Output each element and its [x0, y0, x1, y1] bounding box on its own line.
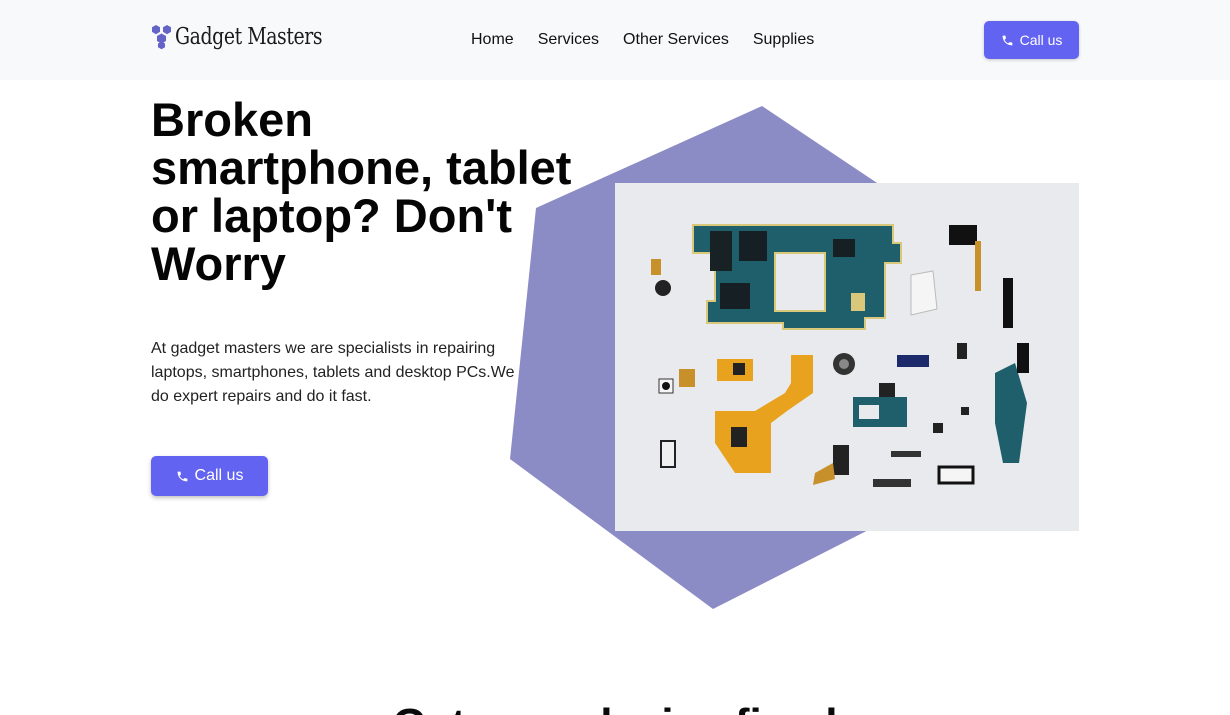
nav-call-label: Call us — [1019, 32, 1063, 48]
navbar: Gadget Masters Home Services Other Servi… — [0, 0, 1230, 80]
nav-link-services[interactable]: Services — [538, 31, 599, 49]
hero-call-button[interactable]: Call us — [151, 456, 268, 496]
nav-link-home[interactable]: Home — [471, 31, 514, 49]
hero-title: Broken smartphone, tablet or laptop? Don… — [151, 93, 572, 290]
hero-description: At gadget masters we are specialists in … — [151, 340, 515, 405]
nav-link-other-services[interactable]: Other Services — [623, 31, 729, 49]
nav-link-supplies[interactable]: Supplies — [753, 31, 814, 49]
phone-icon — [177, 471, 187, 481]
main-nav: Home Services Other Services Supplies — [471, 31, 838, 49]
phone-icon — [1002, 35, 1012, 45]
hexagon-cluster-icon — [152, 25, 171, 50]
hero-call-label: Call us — [194, 467, 244, 484]
nav-call-button[interactable]: Call us — [984, 21, 1079, 59]
logo[interactable]: Gadget Masters — [151, 24, 354, 50]
section-title: Get your device fixed — [0, 700, 1230, 715]
brand-name: Gadget Masters — [175, 24, 323, 50]
disassembled-phone-parts-image — [615, 183, 1079, 531]
